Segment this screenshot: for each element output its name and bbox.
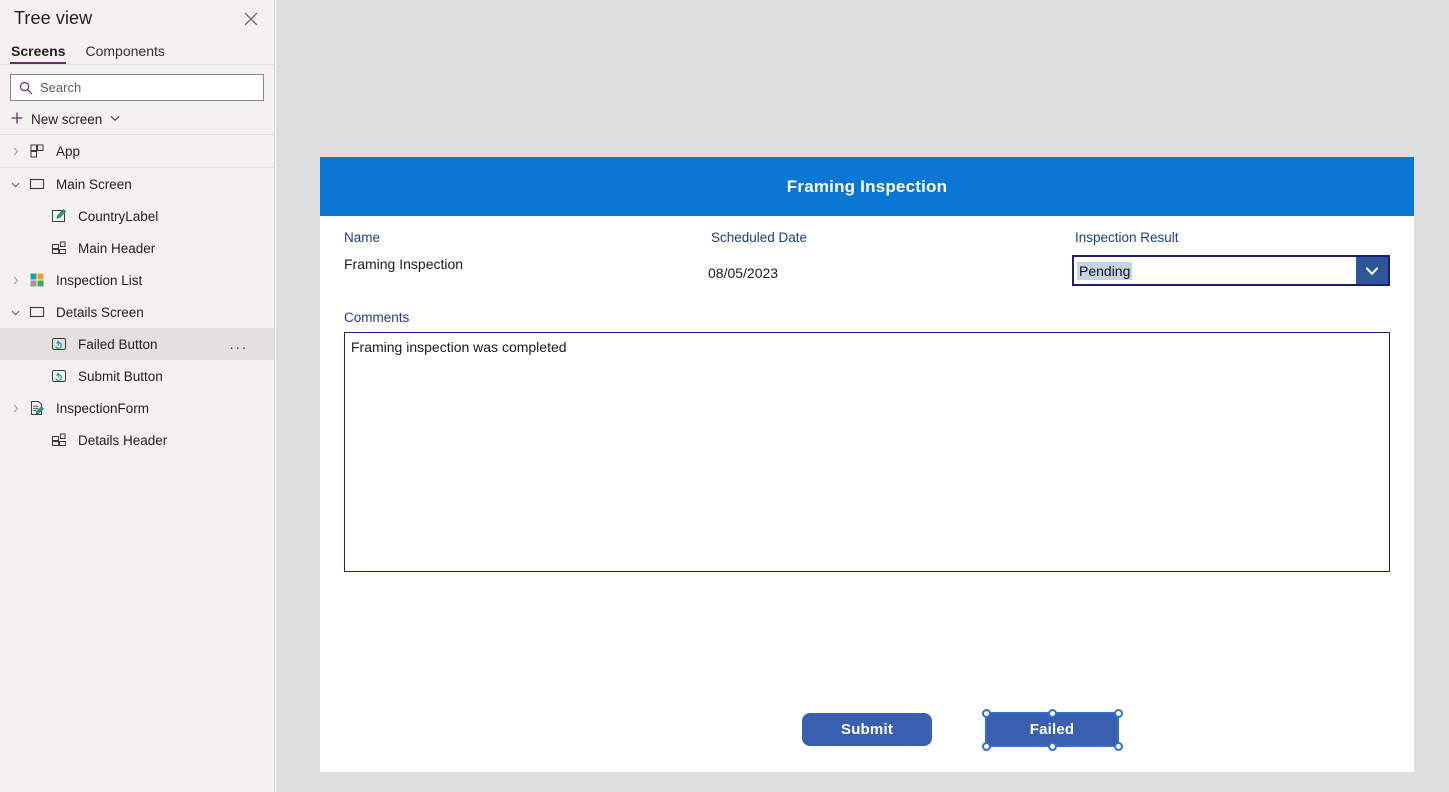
search-input[interactable] (40, 80, 255, 95)
tree-item-label: Failed Button (78, 336, 158, 352)
tree-item-label: App (56, 143, 81, 159)
resize-handle-bottom-left[interactable] (981, 741, 991, 751)
tree-item-inspection-list[interactable]: Inspection List (0, 264, 274, 296)
tree-view-header: Tree view (0, 0, 274, 36)
name-value: Framing Inspection (344, 256, 464, 272)
tree-item-label: InspectionForm (56, 400, 150, 416)
chevron-down-icon[interactable] (109, 112, 121, 127)
tree-view-tabs: Screens Components (0, 36, 274, 64)
resize-handle-top-right[interactable] (1113, 708, 1123, 718)
tab-components[interactable]: Components (84, 43, 165, 64)
scheduled-date-label: Scheduled Date (711, 230, 808, 245)
dropdown-chevron-down-icon[interactable] (1356, 257, 1388, 284)
plus-icon (10, 111, 24, 128)
resize-handle-top-left[interactable] (981, 708, 991, 718)
scheduled-date-value: 08/05/2023 (708, 265, 779, 281)
chevron-down-icon[interactable] (4, 307, 26, 318)
more-options-icon[interactable]: ... (229, 337, 248, 352)
page-title: Tree view (14, 7, 93, 28)
tree-item-label: CountryLabel (78, 208, 159, 224)
screens-tree: App Main Screen CountryLabel Main Header Ins… (0, 135, 274, 456)
canvas-workspace: Framing Inspection Name Framing Inspecti… (276, 0, 1449, 792)
comments-label: Comments (344, 310, 410, 325)
tree-view-panel: Tree view Screens Components Search New … (0, 0, 275, 792)
tree-item-main-header[interactable]: Main Header (0, 232, 274, 264)
tree-item-app[interactable]: App (0, 135, 274, 167)
tree-item-label: Main Header (78, 240, 156, 256)
tree-item-submit-button[interactable]: Submit Button (0, 360, 274, 392)
form-pencil-icon (26, 400, 48, 416)
app-screen-canvas[interactable]: Framing Inspection Name Framing Inspecti… (320, 157, 1414, 772)
dropdown-selected-value: Pending (1077, 261, 1133, 280)
new-screen-button[interactable]: New screen (0, 104, 274, 134)
app-grid-icon (26, 143, 48, 159)
label-pencil-icon (48, 208, 70, 224)
tree-item-main-screen[interactable]: Main Screen (0, 168, 274, 200)
tree-item-label: Inspection List (56, 272, 143, 288)
header-grid-icon (48, 432, 70, 448)
screen-icon (26, 304, 48, 320)
tree-item-failed-button[interactable]: Failed Button... (0, 328, 274, 360)
dropdown-selected-value-wrap: Pending (1074, 257, 1356, 284)
search-icon (19, 81, 33, 95)
screen-icon (26, 176, 48, 192)
tree-item-label: Details Screen (56, 304, 144, 320)
form-title: Framing Inspection (786, 176, 948, 196)
button-hand-icon (48, 368, 70, 384)
submit-button[interactable]: Submit (802, 713, 932, 746)
close-icon[interactable] (240, 8, 262, 30)
chevron-right-icon[interactable] (4, 146, 26, 157)
chevron-down-icon[interactable] (4, 179, 26, 190)
tree-item-inspectionform[interactable]: InspectionForm (0, 392, 274, 424)
resize-handle-top-center[interactable] (1047, 708, 1057, 718)
header-grid-icon (48, 240, 70, 256)
details-header: Framing Inspection (320, 157, 1414, 216)
search-box[interactable] (10, 74, 264, 101)
chevron-right-icon[interactable] (4, 403, 26, 414)
tab-screens[interactable]: Screens (10, 43, 67, 64)
name-label: Name (344, 230, 381, 245)
tree-item-label: Submit Button (78, 368, 163, 384)
tree-item-countrylabel[interactable]: CountryLabel (0, 200, 274, 232)
tree-item-label: Main Screen (56, 176, 132, 192)
tree-item-details-screen[interactable]: Details Screen (0, 296, 274, 328)
button-hand-icon (48, 336, 70, 352)
new-screen-label: New screen (31, 111, 103, 127)
inspection-result-label: Inspection Result (1075, 230, 1179, 245)
comments-textarea[interactable]: Framing inspection was completed (344, 332, 1390, 572)
tree-item-label: Details Header (78, 432, 168, 448)
chevron-right-icon[interactable] (4, 275, 26, 286)
tree-item-details-header[interactable]: Details Header (0, 424, 274, 456)
search-container (0, 65, 274, 101)
resize-handle-bottom-center[interactable] (1047, 741, 1057, 751)
gallery-color-icon (26, 272, 48, 288)
resize-handle-bottom-right[interactable] (1113, 741, 1123, 751)
inspection-result-dropdown[interactable]: Pending (1072, 255, 1390, 286)
